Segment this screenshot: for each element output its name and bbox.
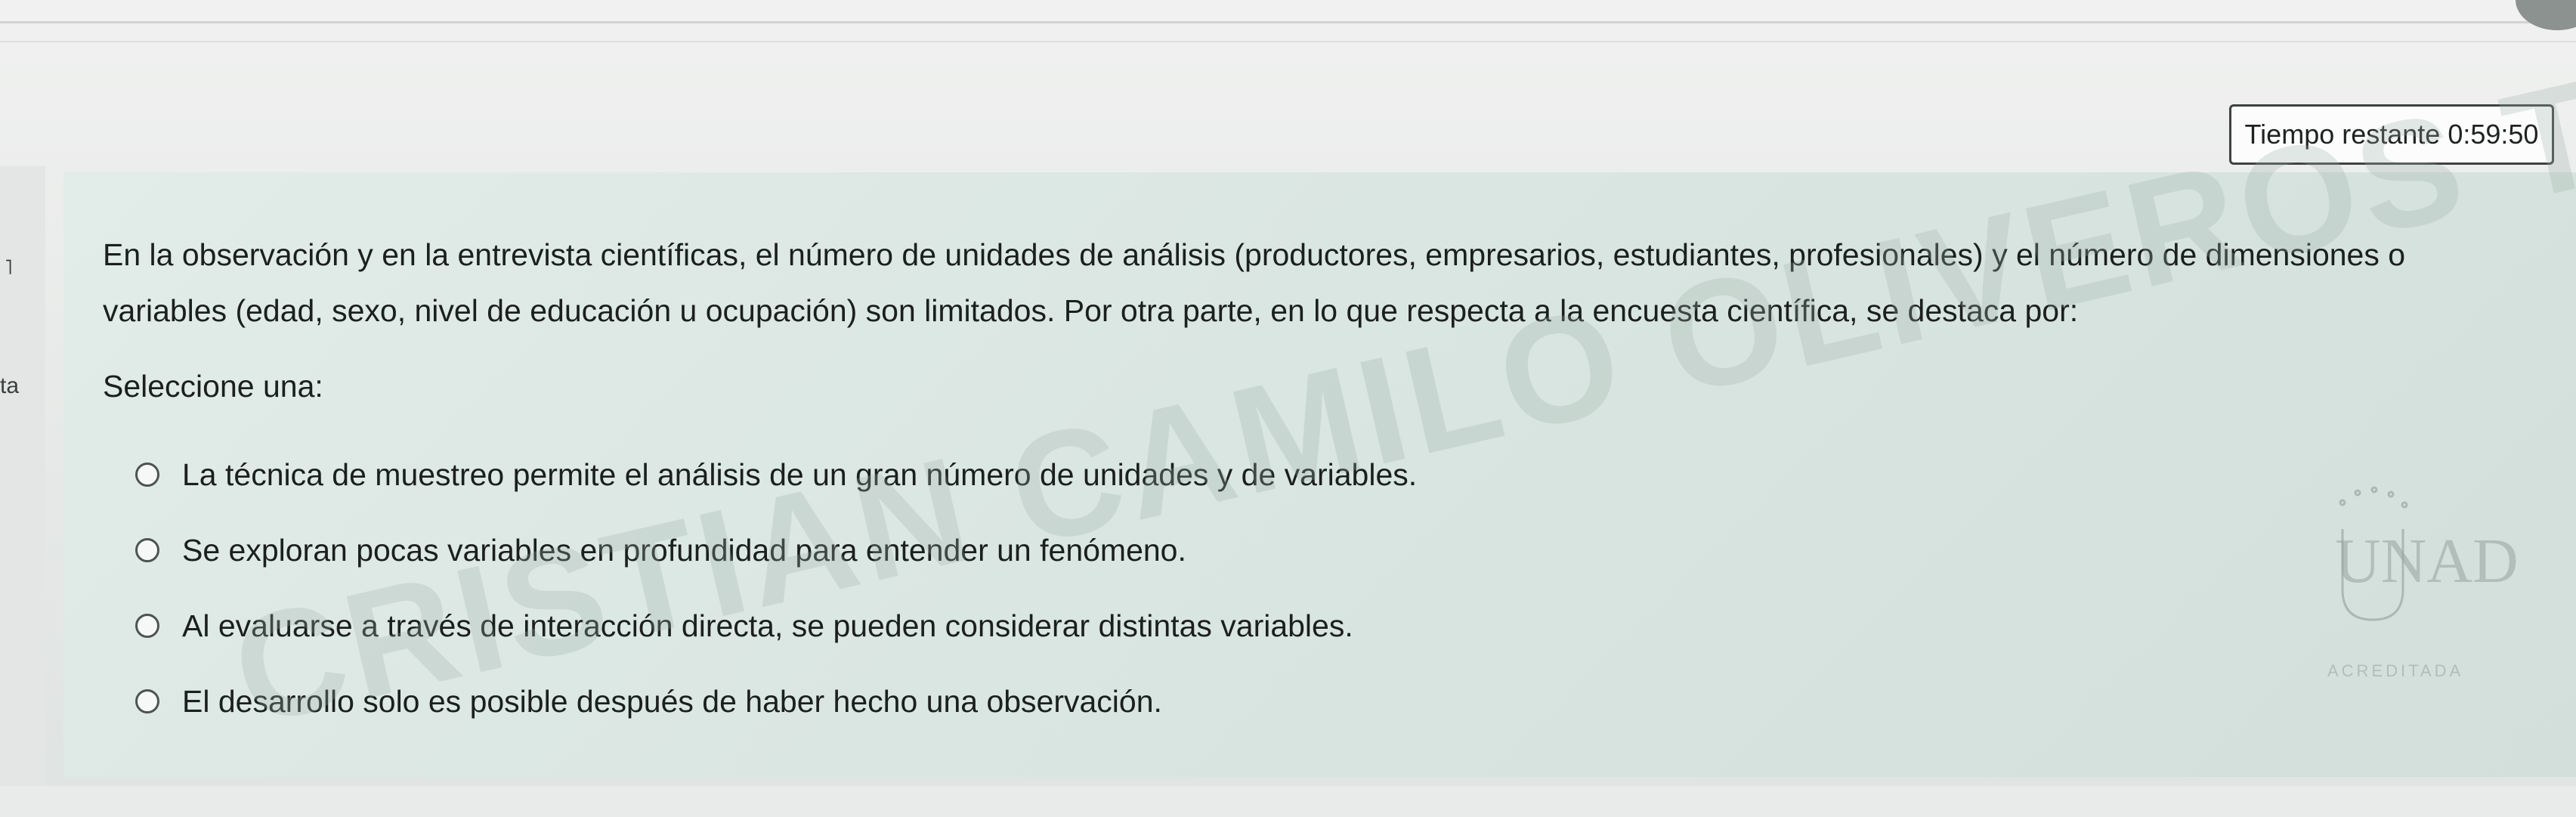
bottom-band xyxy=(0,786,2576,817)
answer-option-b[interactable]: Se exploran pocas variables en profundid… xyxy=(135,512,1949,588)
radio-button-a[interactable] xyxy=(135,463,159,487)
answer-options: La técnica de muestreo permite el anális… xyxy=(135,437,1949,739)
logo-caption: ACREDITADA xyxy=(2327,661,2463,680)
answer-label-c[interactable]: Al evaluarse a través de interacción dir… xyxy=(182,608,1353,644)
answer-label-b[interactable]: Se exploran pocas variables en profundid… xyxy=(182,533,1186,568)
radio-button-b[interactable] xyxy=(135,538,159,562)
answer-label-d[interactable]: El desarrollo solo es posible después de… xyxy=(182,684,1162,720)
answer-option-d[interactable]: El desarrollo solo es posible después de… xyxy=(135,664,1949,739)
edge-tag: ta xyxy=(0,373,20,398)
answer-label-a[interactable]: La técnica de muestreo permite el anális… xyxy=(182,457,1417,493)
logo-text: UNAD xyxy=(2335,526,2519,596)
question-nav-edge: ˥ ta xyxy=(0,166,45,786)
edge-mark: ˥ xyxy=(5,255,13,279)
select-one-prompt: Seleccione una: xyxy=(103,369,323,404)
secondary-divider xyxy=(0,41,2576,42)
answer-option-a[interactable]: La técnica de muestreo permite el anális… xyxy=(135,437,1949,512)
question-text: En la observación y en la entrevista cie… xyxy=(103,237,2406,328)
question-panel: En la observación y en la entrevista cie… xyxy=(63,172,2576,777)
corner-shape xyxy=(2516,0,2576,30)
radio-button-d[interactable] xyxy=(135,689,159,713)
exam-page: Tiempo restante 0:59:50 ˥ ta En la obser… xyxy=(0,0,2576,817)
timer-label: Tiempo restante xyxy=(2244,119,2441,150)
radio-button-c[interactable] xyxy=(135,614,159,638)
unad-logo-icon: UNAD ACREDITADA xyxy=(2327,486,2519,680)
answer-option-c[interactable]: Al evaluarse a través de interacción dir… xyxy=(135,588,1949,664)
timer-value: 0:59:50 xyxy=(2448,119,2539,150)
time-remaining-box: Tiempo restante 0:59:50 xyxy=(2229,104,2554,165)
top-divider xyxy=(0,21,2576,23)
